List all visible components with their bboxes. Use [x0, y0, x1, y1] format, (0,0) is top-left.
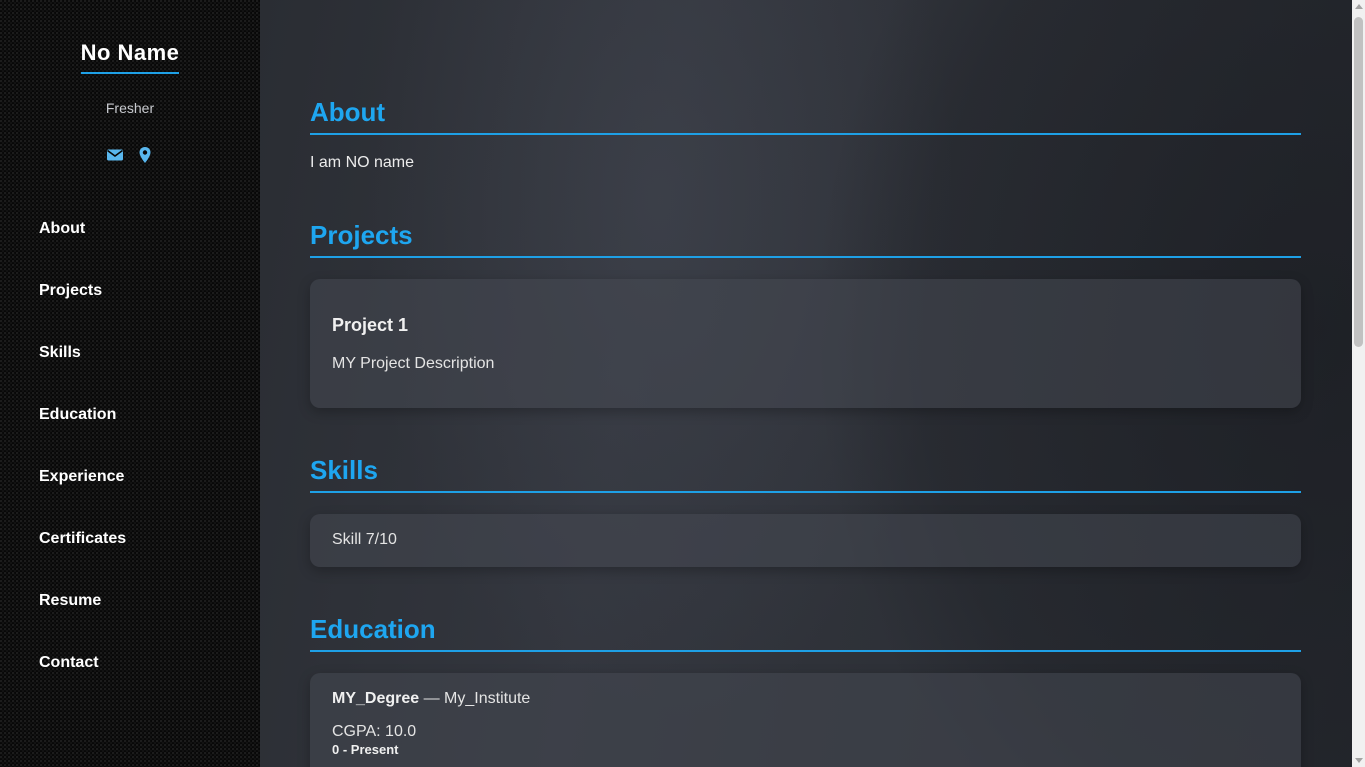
project-name: Project 1: [332, 315, 409, 335]
education-card: MY_Degree — My_Institute CGPA: 10.0 0 - …: [310, 673, 1301, 767]
main-content: About I am NO name Projects Project 1 MY…: [260, 0, 1352, 767]
about-text: I am NO name: [310, 154, 415, 171]
project-description: MY Project Description: [332, 355, 495, 372]
nav-item-education[interactable]: Education: [39, 406, 126, 468]
nav-item-contact[interactable]: Contact: [39, 654, 126, 716]
education-institute: My_Institute: [444, 690, 531, 707]
sidebar: No Name Fresher About Projects Skills Ed…: [0, 0, 260, 767]
section-title-projects: Projects: [310, 220, 1301, 258]
sidebar-nav: About Projects Skills Education Experien…: [39, 220, 126, 716]
page-scrollbar[interactable]: [1352, 0, 1365, 767]
nav-item-resume[interactable]: Resume: [39, 592, 126, 654]
section-title-about: About: [310, 97, 1301, 135]
nav-item-projects[interactable]: Projects: [39, 282, 126, 344]
profile-name: No Name: [80, 40, 180, 74]
education-period: 0 - Present: [332, 742, 399, 757]
scroll-down-arrow-icon[interactable]: [1355, 758, 1363, 763]
profile-name-wrap: No Name: [0, 40, 260, 74]
education-degree: MY_Degree: [332, 690, 420, 707]
skill-card: Skill 7/10: [310, 514, 1301, 567]
section-title-skills: Skills: [310, 455, 1301, 493]
contact-icons: [0, 146, 260, 164]
nav-item-skills[interactable]: Skills: [39, 344, 126, 406]
project-card: Project 1 MY Project Description: [310, 279, 1301, 408]
education-separator: —: [419, 690, 445, 707]
skill-item: Skill 7/10: [332, 531, 397, 548]
section-title-education: Education: [310, 614, 1301, 652]
envelope-icon[interactable]: [106, 146, 124, 164]
profile-role: Fresher: [105, 100, 155, 116]
scrollbar-thumb[interactable]: [1354, 17, 1363, 347]
education-cgpa: CGPA: 10.0: [332, 723, 417, 740]
map-pin-icon[interactable]: [136, 146, 154, 164]
nav-item-certificates[interactable]: Certificates: [39, 530, 126, 592]
education-heading: MY_Degree — My_Institute: [332, 690, 530, 708]
nav-item-experience[interactable]: Experience: [39, 468, 126, 530]
nav-item-about[interactable]: About: [39, 220, 126, 282]
scroll-up-arrow-icon[interactable]: [1355, 4, 1363, 9]
